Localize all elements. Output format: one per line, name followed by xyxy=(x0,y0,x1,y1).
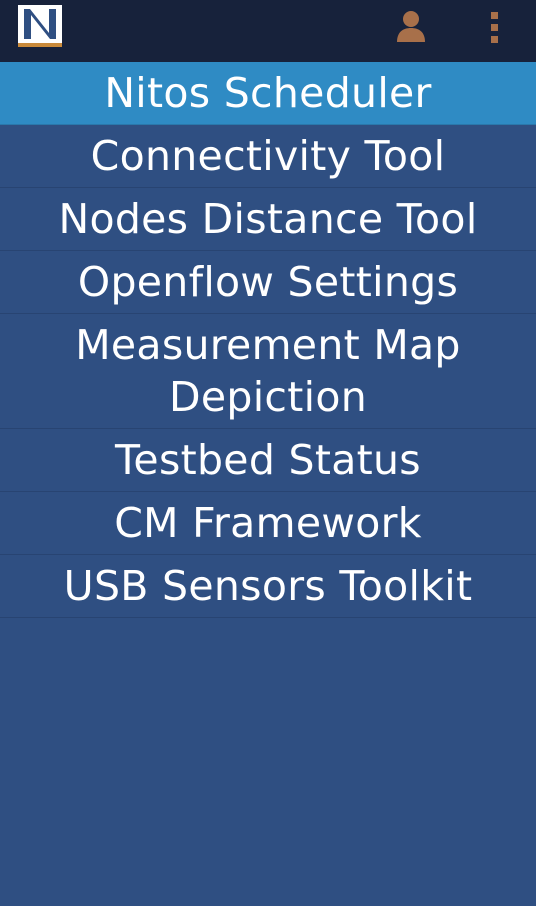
user-icon[interactable] xyxy=(393,8,429,44)
action-bar xyxy=(0,0,536,62)
app-logo[interactable] xyxy=(18,5,62,47)
user-icon-glyph xyxy=(397,11,425,42)
vertical-dots-icon xyxy=(491,12,498,43)
menu-item-nodes-distance-tool[interactable]: Nodes Distance Tool xyxy=(0,188,536,251)
menu-item-usb-sensors-toolkit[interactable]: USB Sensors Toolkit xyxy=(0,555,536,618)
overflow-menu-icon[interactable] xyxy=(486,10,504,44)
menu-item-openflow-settings[interactable]: Openflow Settings xyxy=(0,251,536,314)
menu-item-nitos-scheduler[interactable]: Nitos Scheduler xyxy=(0,62,536,125)
main-menu: Nitos Scheduler Connectivity Tool Nodes … xyxy=(0,62,536,618)
n-logo-icon xyxy=(24,9,56,39)
menu-item-measurement-map-depiction[interactable]: Measurement Map Depiction xyxy=(0,314,536,429)
menu-item-cm-framework[interactable]: CM Framework xyxy=(0,492,536,555)
menu-item-testbed-status[interactable]: Testbed Status xyxy=(0,429,536,492)
menu-item-connectivity-tool[interactable]: Connectivity Tool xyxy=(0,125,536,188)
